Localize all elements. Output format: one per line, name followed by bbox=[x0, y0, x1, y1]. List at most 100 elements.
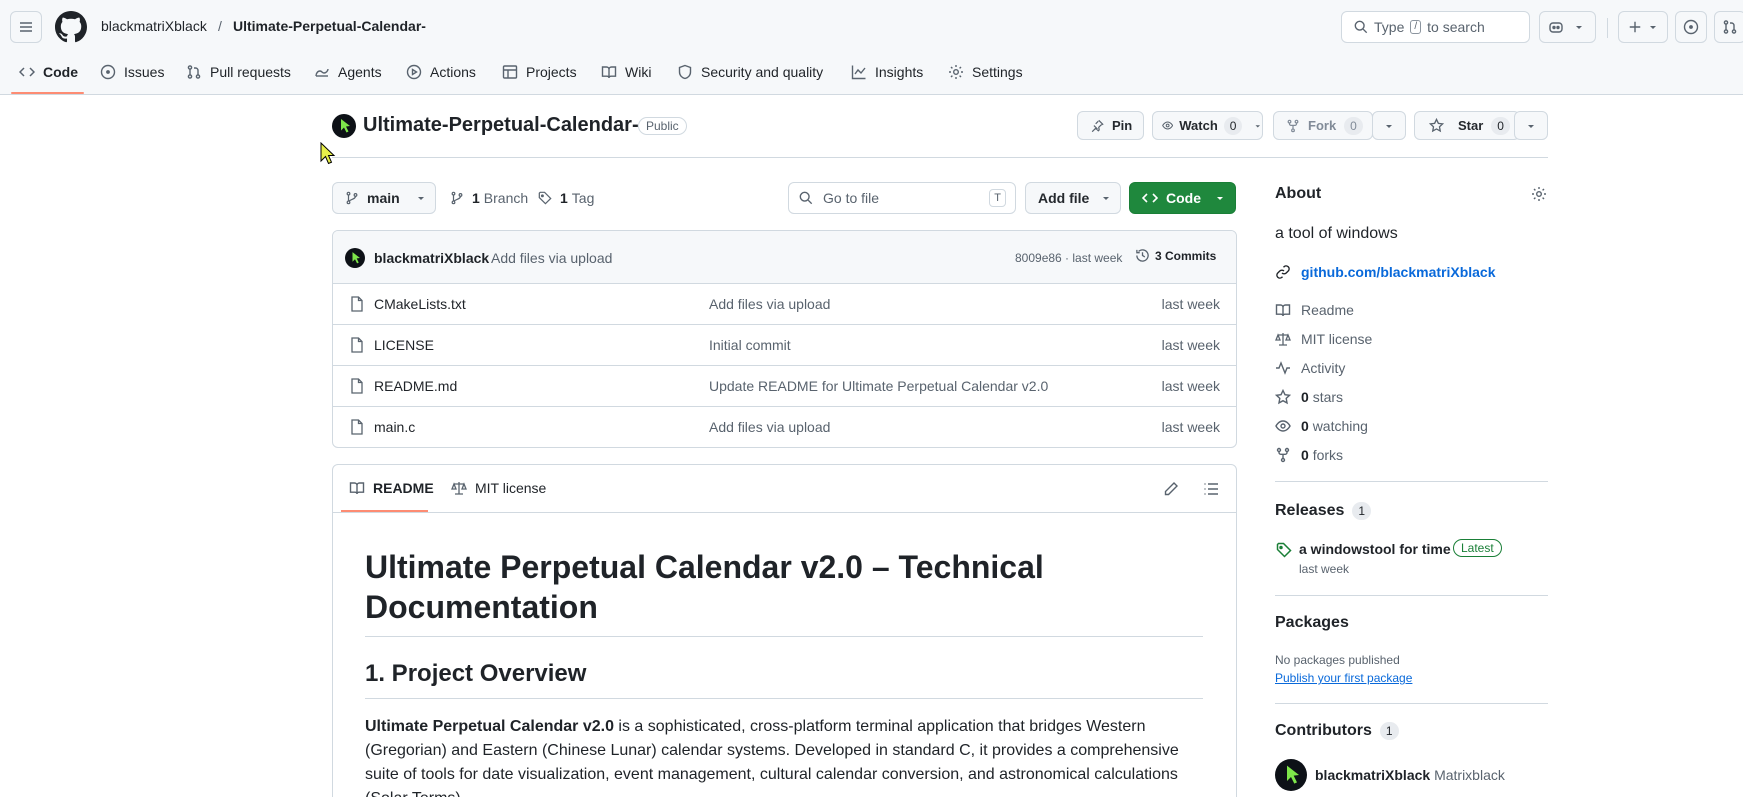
watching-link[interactable]: 0 watching bbox=[1275, 416, 1368, 436]
code-icon bbox=[1142, 193, 1158, 203]
tab-code[interactable]: Code bbox=[19, 60, 78, 84]
tab-projects[interactable]: Projects bbox=[502, 60, 577, 84]
forks-link[interactable]: 0 forks bbox=[1275, 445, 1343, 465]
website-url: github.com/blackmatriXblack bbox=[1301, 264, 1496, 280]
tab-insights[interactable]: Insights bbox=[851, 60, 923, 84]
tab-label: Pull requests bbox=[210, 64, 291, 80]
file-commit-message[interactable]: Add files via upload bbox=[709, 296, 830, 312]
menu-button[interactable] bbox=[10, 11, 42, 43]
activity-link[interactable]: Activity bbox=[1275, 358, 1345, 378]
branch-name: main bbox=[367, 190, 400, 206]
tab-security[interactable]: Security and quality bbox=[677, 60, 823, 84]
breadcrumb-owner[interactable]: blackmatriXblack bbox=[101, 18, 207, 34]
repo-avatar[interactable] bbox=[332, 114, 356, 138]
releases-heading-row[interactable]: Releases 1 bbox=[1275, 502, 1372, 520]
commits-history-link[interactable]: 3 Commits bbox=[1135, 248, 1216, 263]
pin-button[interactable]: Pin bbox=[1077, 111, 1144, 140]
copilot-icon bbox=[1549, 22, 1563, 33]
app-header: blackmatriXblack / Ultimate-Perpetual-Ca… bbox=[0, 0, 1743, 95]
tab-readme[interactable]: README bbox=[349, 480, 434, 496]
copilot-button[interactable] bbox=[1539, 11, 1596, 43]
tab-label: Code bbox=[43, 64, 78, 80]
tab-actions[interactable]: Actions bbox=[406, 60, 476, 84]
graph-icon bbox=[851, 65, 866, 80]
tab-license[interactable]: MIT license bbox=[451, 480, 546, 496]
forks-label: forks bbox=[1312, 447, 1344, 463]
tab-label: Agents bbox=[338, 64, 382, 80]
stars-link[interactable]: 0 stars bbox=[1275, 387, 1343, 407]
code-label: Code bbox=[1166, 190, 1201, 206]
readme-link[interactable]: Readme bbox=[1275, 300, 1354, 320]
contributor-entry[interactable]: blackmatriXblack Matrixblack bbox=[1315, 767, 1505, 783]
contributors-heading-row[interactable]: Contributors 1 bbox=[1275, 722, 1399, 740]
github-logo[interactable] bbox=[55, 11, 87, 43]
file-row[interactable]: main.c Add files via upload last week bbox=[333, 406, 1236, 447]
file-row[interactable]: README.md Update README for Ultimate Per… bbox=[333, 365, 1236, 406]
tab-settings[interactable]: Settings bbox=[948, 60, 1023, 84]
tab-wiki[interactable]: Wiki bbox=[601, 60, 651, 84]
chevron-down-icon bbox=[1650, 26, 1656, 29]
repo-title[interactable]: Ultimate-Perpetual-Calendar- bbox=[363, 114, 639, 137]
releases-count: 1 bbox=[1352, 502, 1372, 520]
file-row[interactable]: LICENSE Initial commit last week bbox=[333, 324, 1236, 365]
branches-link[interactable]: 1 Branch bbox=[450, 190, 528, 206]
website-link[interactable]: github.com/blackmatriXblack bbox=[1275, 264, 1496, 280]
create-new-button[interactable] bbox=[1618, 11, 1668, 43]
publish-package-link[interactable]: Publish your first package bbox=[1275, 671, 1412, 685]
search-suffix: to search bbox=[1427, 19, 1485, 35]
table-icon bbox=[502, 65, 518, 79]
file-row[interactable]: CMakeLists.txt Add files via upload last… bbox=[333, 283, 1236, 324]
code-dropdown-button[interactable]: Code bbox=[1129, 182, 1236, 214]
chevron-down-icon bbox=[1576, 26, 1582, 29]
commit-hash-time[interactable]: 8009e86 · last week bbox=[1015, 251, 1122, 265]
commit-message[interactable]: Add files via upload bbox=[491, 250, 612, 266]
contributor-avatar[interactable] bbox=[1275, 759, 1307, 791]
star-button[interactable]: Star 0 bbox=[1414, 111, 1520, 140]
packages-heading[interactable]: Packages bbox=[1275, 614, 1349, 632]
breadcrumb-separator: / bbox=[218, 18, 222, 34]
file-commit-message[interactable]: Add files via upload bbox=[709, 419, 830, 435]
your-issues-button[interactable] bbox=[1675, 11, 1707, 43]
watch-button[interactable]: Watch 0 bbox=[1152, 111, 1263, 140]
go-to-file-input[interactable]: Go to file T bbox=[788, 182, 1016, 214]
fork-dropdown-button[interactable] bbox=[1372, 111, 1406, 140]
contributor-login: blackmatriXblack bbox=[1315, 767, 1431, 783]
commit-author-avatar[interactable] bbox=[345, 248, 365, 268]
file-date: last week bbox=[1161, 419, 1220, 435]
git-pull-request-icon bbox=[1723, 20, 1737, 34]
branch-selector[interactable]: main bbox=[332, 182, 436, 214]
pencil-icon[interactable] bbox=[1163, 481, 1179, 497]
tag-icon bbox=[1276, 542, 1292, 558]
tab-agents[interactable]: Agents bbox=[314, 60, 382, 84]
contributor-name: Matrixblack bbox=[1434, 767, 1505, 783]
readme-heading-1: Ultimate Perpetual Calendar v2.0 – Techn… bbox=[365, 549, 1044, 625]
fork-button[interactable]: Fork 0 bbox=[1273, 111, 1373, 140]
file-name[interactable]: CMakeLists.txt bbox=[374, 296, 466, 312]
file-commit-message[interactable]: Initial commit bbox=[709, 337, 791, 353]
tags-link[interactable]: 1 Tag bbox=[538, 190, 594, 206]
outline-list-icon[interactable] bbox=[1203, 481, 1219, 497]
pin-icon bbox=[1091, 119, 1104, 132]
license-link[interactable]: MIT license bbox=[1275, 329, 1372, 349]
watching-count: 0 bbox=[1301, 418, 1309, 434]
your-pull-requests-button[interactable] bbox=[1714, 11, 1743, 43]
tab-label: Issues bbox=[124, 64, 165, 80]
file-commit-message[interactable]: Update README for Ultimate Perpetual Cal… bbox=[709, 378, 1048, 394]
add-file-button[interactable]: Add file bbox=[1025, 182, 1121, 214]
sidebar-divider bbox=[1275, 595, 1548, 596]
star-list-dropdown-button[interactable] bbox=[1514, 111, 1548, 140]
file-name[interactable]: main.c bbox=[374, 419, 415, 435]
git-branch-icon bbox=[346, 191, 358, 205]
commit-author[interactable]: blackmatriXblack bbox=[374, 250, 489, 266]
file-name[interactable]: LICENSE bbox=[374, 337, 434, 353]
stars-label: stars bbox=[1312, 389, 1344, 405]
search-input[interactable]: Type / to search bbox=[1341, 11, 1530, 43]
tab-pull-requests[interactable]: Pull requests bbox=[186, 60, 291, 84]
gear-icon[interactable] bbox=[1531, 186, 1547, 202]
file-name[interactable]: README.md bbox=[374, 378, 457, 394]
release-name[interactable]: a windowstool for time bbox=[1299, 541, 1451, 557]
tab-issues[interactable]: Issues bbox=[100, 60, 164, 84]
about-heading: About bbox=[1275, 185, 1322, 202]
breadcrumb-repo[interactable]: Ultimate-Perpetual-Calendar- bbox=[233, 18, 426, 34]
chevron-down-icon bbox=[1255, 124, 1261, 128]
